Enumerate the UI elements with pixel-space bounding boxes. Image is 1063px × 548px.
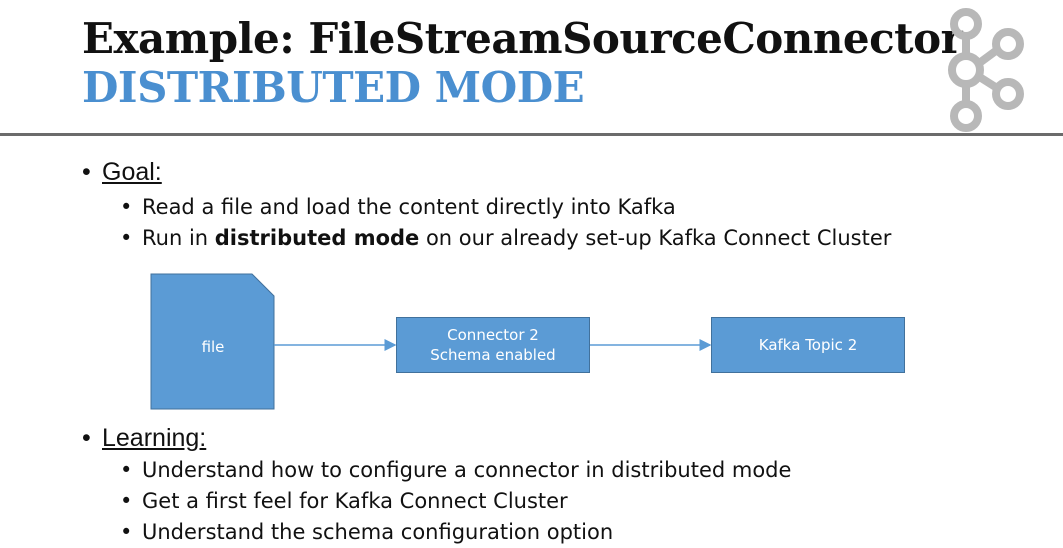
file-label-box: file: [151, 295, 275, 399]
learning-item-1: • Understand how to configure a connector…: [120, 458, 792, 482]
title-area: Example: FileStreamSourceConnector DISTR…: [82, 14, 963, 112]
slide-title: Example: FileStreamSourceConnector: [82, 14, 963, 63]
kafka-topic-box: Kafka Topic 2: [711, 317, 905, 373]
learning-item-3: • Understand the schema configuration opt…: [120, 520, 614, 544]
learning-item-2: • Get a first feel for Kafka Connect Clus…: [120, 489, 568, 513]
title-divider: [0, 133, 1063, 136]
connector-line1: Connector 2: [447, 326, 539, 344]
kafka-logo-icon: [936, 4, 1036, 139]
connector-box: Connector 2 Schema enabled: [396, 317, 590, 373]
learning-heading: • Learning:: [82, 424, 207, 452]
learning-list: • Understand how to configure a connector…: [120, 455, 791, 548]
goal-list: • Read a file and load the content direct…: [120, 192, 891, 254]
file-label: file: [201, 338, 225, 356]
slide-subtitle: DISTRIBUTED MODE: [82, 63, 585, 112]
goal-item-2: • Run in distributed mode on our already …: [120, 226, 892, 250]
topic-label: Kafka Topic 2: [758, 336, 858, 354]
goal-label: Goal:: [102, 158, 162, 186]
connector-line2: Schema enabled: [430, 346, 556, 364]
goal-item-1: • Read a file and load the content direct…: [120, 195, 676, 219]
bold-distributed-mode: distributed mode: [214, 226, 420, 250]
goal-heading: • Goal:: [82, 158, 162, 186]
learning-label: Learning:: [102, 424, 207, 452]
